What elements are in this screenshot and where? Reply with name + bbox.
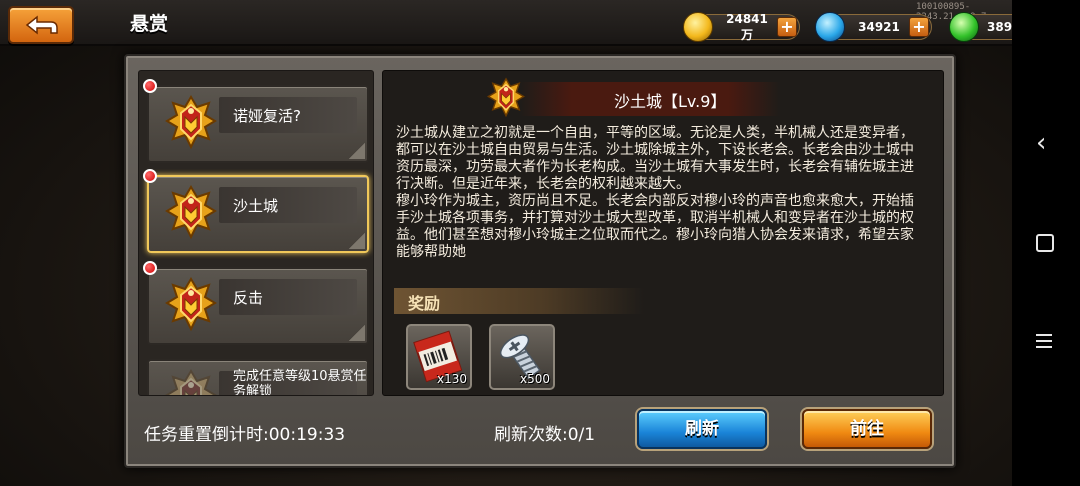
gold-resource: 24841万 +: [683, 11, 800, 42]
quest-list[interactable]: 诺娅复活? 沙土城 反击 完成任意等级10悬赏任务解锁: [138, 70, 374, 396]
quest-name: 完成任意等级10悬赏任务解锁: [233, 369, 367, 396]
reward-count: x500: [519, 372, 550, 386]
reward-count: x130: [436, 372, 467, 386]
blue-gem-icon: [815, 12, 845, 42]
locked-emblem-icon: [166, 370, 216, 395]
quest-name: 沙土城: [233, 197, 279, 215]
reset-timer: 任务重置倒计时:00:19:33: [144, 425, 346, 445]
quest-item[interactable]: 诺娅复活?: [143, 79, 369, 163]
alert-dot-icon: [143, 261, 157, 275]
quest-item-locked[interactable]: 完成任意等级10悬赏任务解锁: [147, 359, 369, 395]
quest-emblem-icon: [166, 278, 216, 330]
quest-item-selected[interactable]: 沙土城: [143, 169, 369, 253]
alert-dot-icon: [143, 169, 157, 183]
gem-resource: 34921 +: [815, 12, 932, 42]
nav-back-icon[interactable]: ‹: [1036, 128, 1046, 158]
top-bar: 悬赏 100100895-2243.21-109-7 24841万 + 3492…: [0, 0, 1068, 46]
gem-value: 34921: [858, 20, 900, 34]
system-nav-bar: ‹: [1012, 0, 1080, 486]
nav-home-icon[interactable]: [1036, 234, 1054, 252]
quest-item[interactable]: 反击: [143, 261, 369, 345]
add-gem-button[interactable]: +: [909, 17, 929, 37]
detail-emblem-icon: [487, 78, 525, 117]
gold-value: 24841万: [726, 11, 768, 42]
back-arrow-icon: [25, 15, 58, 35]
back-button[interactable]: [8, 6, 74, 44]
nav-menu-icon[interactable]: [1036, 334, 1052, 352]
detail-title: 沙土城【Lv.9】: [614, 92, 727, 111]
gold-coin-icon: [683, 12, 713, 42]
go-button[interactable]: 前往: [802, 409, 932, 449]
refresh-count: 刷新次数:0/1: [494, 425, 596, 445]
add-gold-button[interactable]: +: [777, 17, 797, 37]
reward-label: 奖励: [408, 294, 441, 313]
refresh-button[interactable]: 刷新: [637, 409, 767, 449]
alert-dot-icon: [143, 79, 157, 93]
reward-item-ticket[interactable]: x130: [406, 324, 472, 390]
quest-name: 反击: [233, 289, 264, 307]
quest-description: 沙土城从建立之初就是一个自由，平等的区域。无论是人类，半机械人还是变异者，都可以…: [396, 125, 914, 260]
green-energy-icon: [949, 12, 979, 42]
quest-name: 诺娅复活?: [233, 107, 301, 125]
quest-emblem-icon: [166, 186, 216, 238]
quest-emblem-icon: [166, 96, 216, 148]
page-title: 悬赏: [130, 13, 169, 35]
reward-item-screw[interactable]: x500: [489, 324, 555, 390]
